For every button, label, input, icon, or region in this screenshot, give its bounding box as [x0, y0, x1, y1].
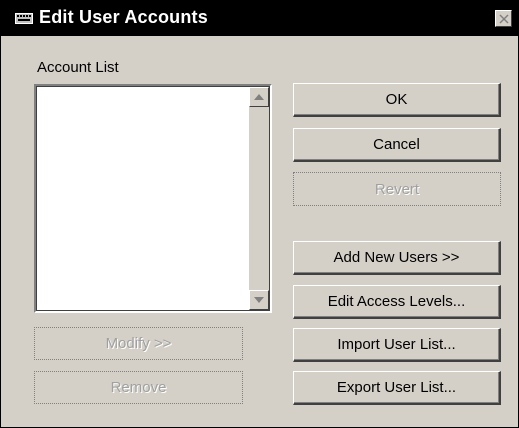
- ok-button[interactable]: OK: [293, 83, 501, 117]
- modify-button[interactable]: Modify >>: [34, 327, 243, 360]
- arrow-up-icon: [254, 94, 264, 100]
- arrow-down-icon: [254, 297, 264, 303]
- account-list[interactable]: [34, 84, 272, 313]
- remove-button[interactable]: Remove: [34, 371, 243, 404]
- add-new-users-button[interactable]: Add New Users >>: [293, 241, 501, 275]
- keyboard-icon: [15, 13, 33, 24]
- scroll-down-button[interactable]: [249, 290, 269, 310]
- scroll-up-button[interactable]: [249, 87, 269, 107]
- cancel-button[interactable]: Cancel: [293, 128, 501, 162]
- account-list-label: Account List: [37, 59, 119, 76]
- revert-button[interactable]: Revert: [293, 172, 501, 206]
- close-button[interactable]: [495, 10, 512, 27]
- export-user-list-button[interactable]: Export User List...: [293, 371, 501, 405]
- title-bar[interactable]: Edit User Accounts: [1, 1, 518, 36]
- import-user-list-button[interactable]: Import User List...: [293, 328, 501, 362]
- edit-user-accounts-dialog: Edit User Accounts Account List OK Cance…: [0, 0, 519, 428]
- close-icon: [499, 14, 509, 24]
- edit-access-levels-button[interactable]: Edit Access Levels...: [293, 285, 501, 319]
- window-title: Edit User Accounts: [39, 7, 208, 27]
- account-list-scrollbar[interactable]: [249, 87, 269, 310]
